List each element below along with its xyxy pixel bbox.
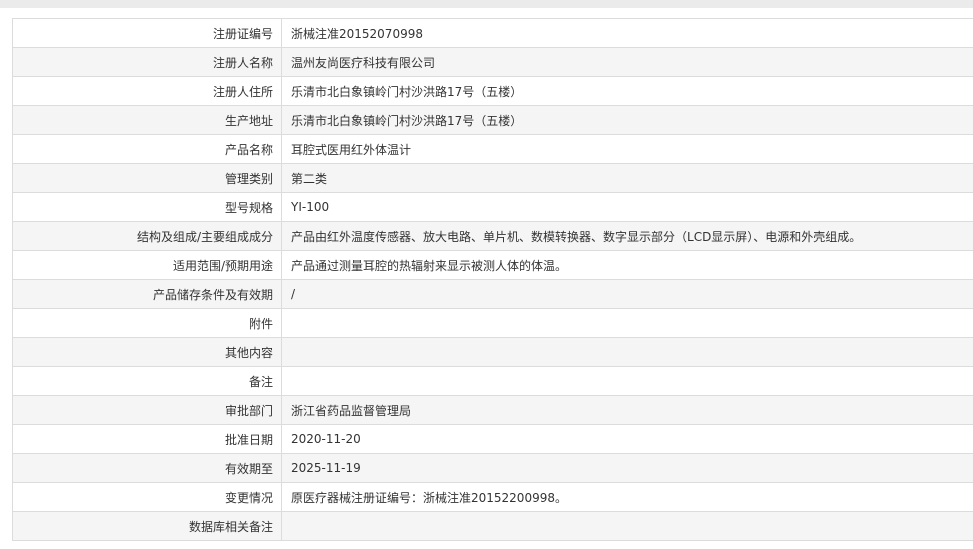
row-label: 管理类别 xyxy=(12,163,282,193)
row-value: 乐清市北白象镇岭门村沙洪路17号（五楼） xyxy=(281,76,973,106)
row-label: 产品储存条件及有效期 xyxy=(12,279,282,309)
row-label: 注册人住所 xyxy=(12,76,282,106)
row-value: YI-100 xyxy=(281,192,973,222)
row-label: 有效期至 xyxy=(12,453,282,483)
row-label: 附件 xyxy=(12,308,282,338)
row-label: 审批部门 xyxy=(12,395,282,425)
table-row: 产品名称 耳腔式医用红外体温计 xyxy=(12,134,973,164)
row-value: 2025-11-19 xyxy=(281,453,973,483)
row-value: 浙械注准20152070998 xyxy=(281,18,973,48)
row-value xyxy=(281,366,973,396)
table-row: 有效期至 2025-11-19 xyxy=(12,453,973,483)
table-row: 审批部门 浙江省药品监督管理局 xyxy=(12,395,973,425)
row-value xyxy=(281,337,973,367)
table-row: 其他内容 xyxy=(12,337,973,367)
table-row: 产品储存条件及有效期 / xyxy=(12,279,973,309)
row-value: 第二类 xyxy=(281,163,973,193)
row-value: 乐清市北白象镇岭门村沙洪路17号（五楼） xyxy=(281,105,973,135)
row-value: 温州友尚医疗科技有限公司 xyxy=(281,47,973,77)
table-row: 型号规格 YI-100 xyxy=(12,192,973,222)
table-row: 适用范围/预期用途 产品通过测量耳腔的热辐射来显示被测人体的体温。 xyxy=(12,250,973,280)
row-label: 注册证编号 xyxy=(12,18,282,48)
row-label: 型号规格 xyxy=(12,192,282,222)
table-row: 注册人住所 乐清市北白象镇岭门村沙洪路17号（五楼） xyxy=(12,76,973,106)
row-value: 产品由红外温度传感器、放大电路、单片机、数模转换器、数字显示部分（LCD显示屏）… xyxy=(281,221,973,251)
row-label: 备注 xyxy=(12,366,282,396)
row-value: 浙江省药品监督管理局 xyxy=(281,395,973,425)
row-label: 批准日期 xyxy=(12,424,282,454)
row-label: 其他内容 xyxy=(12,337,282,367)
row-value: 耳腔式医用红外体温计 xyxy=(281,134,973,164)
row-label: 数据库相关备注 xyxy=(12,511,282,541)
table-row: 变更情况 原医疗器械注册证编号：浙械注准20152200998。 xyxy=(12,482,973,512)
registration-info-table: 注册证编号 浙械注准20152070998 注册人名称 温州友尚医疗科技有限公司… xyxy=(12,18,973,541)
table-row: 注册证编号 浙械注准20152070998 xyxy=(12,18,973,48)
row-label: 变更情况 xyxy=(12,482,282,512)
table-row: 批准日期 2020-11-20 xyxy=(12,424,973,454)
table-row: 管理类别 第二类 xyxy=(12,163,973,193)
row-value: 原医疗器械注册证编号：浙械注准20152200998。 xyxy=(281,482,973,512)
row-value: 产品通过测量耳腔的热辐射来显示被测人体的体温。 xyxy=(281,250,973,280)
row-value: / xyxy=(281,279,973,309)
table-row: 生产地址 乐清市北白象镇岭门村沙洪路17号（五楼） xyxy=(12,105,973,135)
row-value xyxy=(281,308,973,338)
table-row: 附件 xyxy=(12,308,973,338)
table-row: 备注 xyxy=(12,366,973,396)
row-value xyxy=(281,511,973,541)
row-label: 生产地址 xyxy=(12,105,282,135)
row-label: 注册人名称 xyxy=(12,47,282,77)
row-label: 结构及组成/主要组成成分 xyxy=(12,221,282,251)
top-bar xyxy=(0,0,973,8)
row-label: 适用范围/预期用途 xyxy=(12,250,282,280)
row-value: 2020-11-20 xyxy=(281,424,973,454)
table-row: 结构及组成/主要组成成分 产品由红外温度传感器、放大电路、单片机、数模转换器、数… xyxy=(12,221,973,251)
table-row: 注册人名称 温州友尚医疗科技有限公司 xyxy=(12,47,973,77)
table-row: 数据库相关备注 xyxy=(12,511,973,541)
row-label: 产品名称 xyxy=(12,134,282,164)
